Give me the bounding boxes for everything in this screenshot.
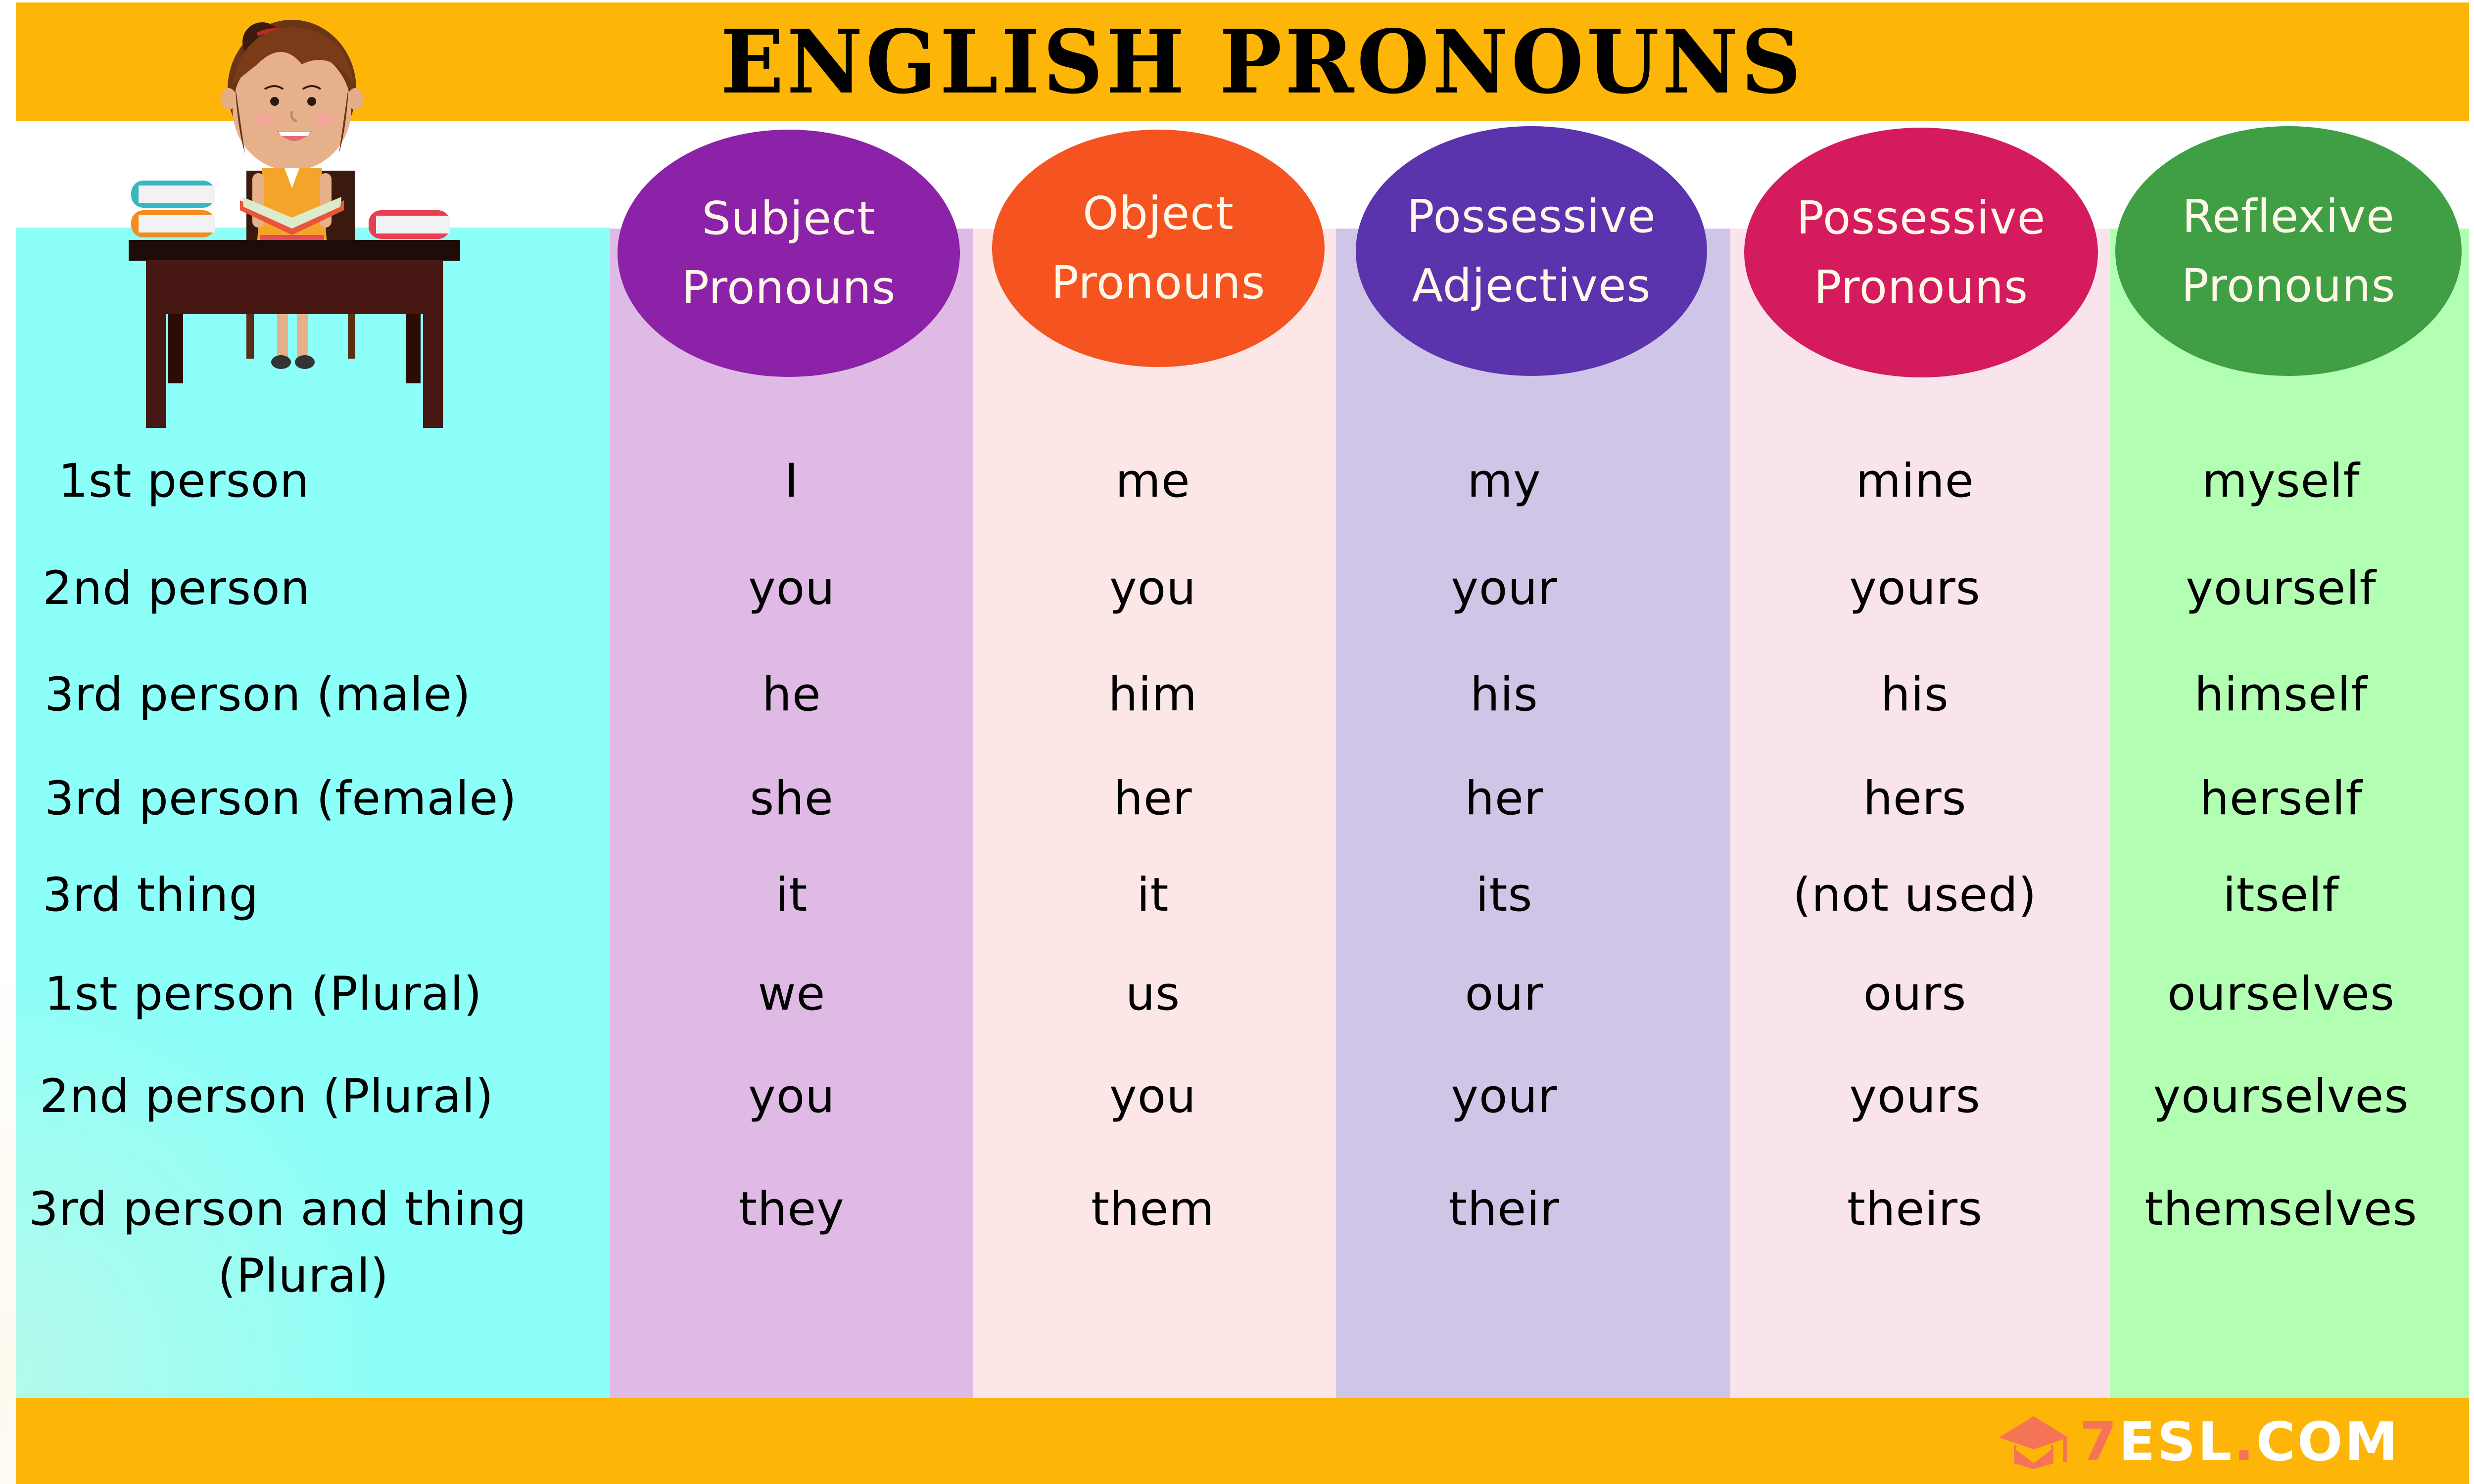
logo-esl: ESL [2119, 1411, 2234, 1473]
pronoun-cell-reflexive: himself [2194, 668, 2368, 722]
pronoun-cell-possessive-adjectives: our [1465, 967, 1544, 1021]
pronoun-cell-possessive-adjectives: your [1451, 561, 1558, 615]
pronoun-cell-object: them [1091, 1182, 1215, 1236]
pronoun-cell-possessive-pronouns: theirs [1847, 1182, 1983, 1236]
header-line2: Adjectives [1412, 259, 1651, 312]
teacher-illustration [129, 20, 460, 428]
logo-text: 7ESL.COM [2080, 1411, 2400, 1473]
pronoun-cell-possessive-adjectives: its [1475, 868, 1533, 922]
header-line2: Pronouns [1051, 256, 1266, 309]
pronoun-cell-possessive-pronouns: mine [1856, 454, 1974, 508]
book-stack-icon [131, 181, 215, 237]
row-label-line2: (Plural) [218, 1249, 389, 1303]
brand-logo[interactable]: 7ESL.COM [1997, 1411, 2400, 1473]
pronoun-cell-subject: it [775, 868, 808, 922]
logo-com: COM [2256, 1411, 2400, 1473]
pronoun-cell-object: him [1108, 668, 1198, 722]
pronoun-cell-object: us [1125, 967, 1181, 1021]
pronoun-cell-subject: I [784, 454, 799, 508]
pronoun-cell-object: you [1109, 1069, 1196, 1123]
pronoun-cell-reflexive: ourselves [2167, 967, 2395, 1021]
pronoun-cell-possessive-pronouns: hers [1863, 772, 1967, 826]
pronoun-cell-reflexive: itself [2223, 868, 2339, 922]
row-label: 1st person [58, 454, 310, 508]
pronoun-cell-subject: they [739, 1182, 845, 1236]
pronoun-cell-reflexive: herself [2199, 772, 2363, 826]
row-label: 3rd person (female) [45, 772, 517, 826]
pronoun-cell-possessive-pronouns: yours [1849, 561, 1981, 615]
header-object-pronouns: Object Pronouns [992, 130, 1325, 367]
header-line2: Pronouns [1813, 260, 2029, 314]
pronoun-cell-subject: she [750, 772, 834, 826]
header-line1: Possessive [1796, 191, 2046, 244]
header-line2: Pronouns [2181, 259, 2396, 312]
pronoun-cell-object: me [1115, 454, 1190, 508]
pronoun-cell-reflexive: yourself [2186, 561, 2377, 615]
pronoun-cell-subject: we [758, 967, 826, 1021]
pronoun-cell-reflexive: myself [2202, 454, 2360, 508]
row-label: 3rd person (male) [45, 668, 471, 722]
row-label: 2nd person [43, 561, 311, 615]
pronoun-cell-possessive-pronouns: (not used) [1793, 868, 2037, 922]
pronoun-cell-object: you [1109, 561, 1196, 615]
pronoun-cell-possessive-adjectives: his [1470, 668, 1538, 722]
pronoun-cell-object: her [1113, 772, 1192, 826]
row-label: 3rd person and thing [29, 1182, 527, 1236]
pronoun-cell-reflexive: yourselves [2153, 1069, 2409, 1123]
graduation-cap-icon [1998, 1416, 2068, 1469]
pronoun-cell-possessive-adjectives: my [1467, 454, 1541, 508]
pronoun-cell-possessive-pronouns: yours [1849, 1069, 1981, 1123]
row-label: 1st person (Plural) [45, 967, 482, 1021]
header-line1: Subject [702, 192, 876, 245]
pronoun-cell-object: it [1137, 868, 1169, 922]
pronoun-cell-possessive-adjectives: her [1465, 772, 1544, 826]
pronoun-cell-possessive-pronouns: ours [1863, 967, 1967, 1021]
row-label: 2nd person (Plural) [40, 1069, 494, 1123]
pronoun-cell-subject: you [748, 561, 835, 615]
logo-dot: . [2234, 1411, 2256, 1473]
header-line1: Reflexive [2182, 189, 2395, 243]
pronoun-cell-subject: you [748, 1069, 835, 1123]
header-possessive-pronouns: Possessive Pronouns [1744, 128, 2098, 377]
pronoun-cell-possessive-pronouns: his [1881, 668, 1949, 722]
book-icon [369, 210, 450, 239]
header-line1: Object [1083, 187, 1234, 240]
logo-seven: 7 [2079, 1411, 2119, 1473]
header-possessive-adjectives: Possessive Adjectives [1356, 126, 1707, 376]
pronoun-cell-possessive-adjectives: their [1448, 1182, 1560, 1236]
pronoun-cell-reflexive: themselves [2144, 1182, 2418, 1236]
header-line1: Possessive [1407, 189, 1656, 243]
header-line2: Pronouns [681, 261, 896, 314]
desk-icon [129, 240, 460, 261]
header-subject-pronouns: Subject Pronouns [618, 130, 960, 377]
pronoun-cell-possessive-adjectives: your [1451, 1069, 1558, 1123]
pronoun-cell-subject: he [762, 668, 821, 722]
header-reflexive-pronouns: Reflexive Pronouns [2115, 126, 2462, 376]
row-label: 3rd thing [43, 868, 259, 922]
